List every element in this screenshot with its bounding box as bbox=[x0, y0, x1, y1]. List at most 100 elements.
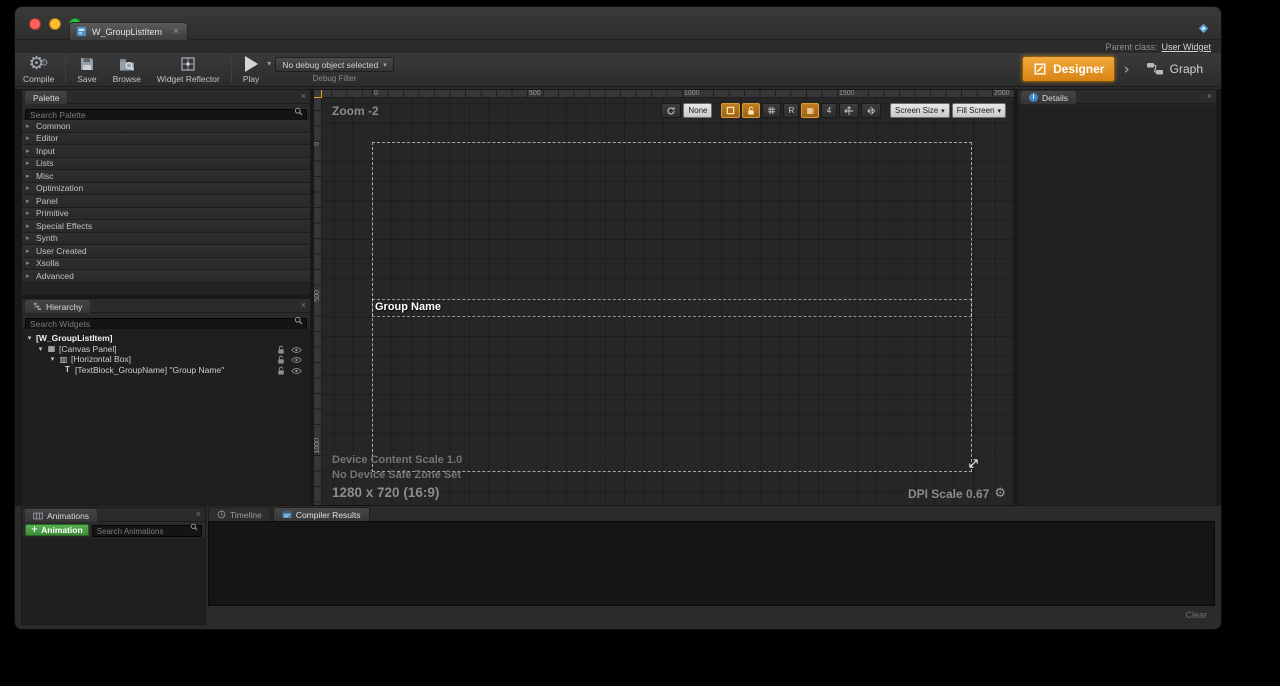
lock-icon[interactable] bbox=[277, 345, 285, 355]
details-close-icon[interactable]: × bbox=[1207, 91, 1212, 101]
details-tab[interactable]: i Details bbox=[1021, 91, 1076, 104]
ruler-mark: 0 bbox=[374, 90, 378, 97]
debug-dropdown-caret-icon: ▾ bbox=[383, 61, 387, 69]
timeline-icon bbox=[217, 510, 226, 519]
clear-button[interactable]: Clear bbox=[1185, 610, 1207, 620]
palette-category-editor[interactable]: ▸ Editor bbox=[22, 133, 310, 146]
expand-arrow-icon: ▸ bbox=[26, 172, 32, 180]
animations-search-input[interactable] bbox=[92, 525, 202, 537]
bottom-area: Animations × + Animation bbox=[15, 507, 1221, 630]
group-name-textblock[interactable]: Group Name bbox=[375, 301, 441, 313]
hierarchy-header: Hierarchy × bbox=[22, 299, 310, 313]
palette-category-lists[interactable]: ▸Lists bbox=[22, 158, 310, 171]
fill-screen-dropdown[interactable]: Fill Screen ▾ bbox=[952, 103, 1006, 118]
respect-locks-button[interactable]: R bbox=[783, 103, 799, 118]
palette-category-panel[interactable]: ▸Panel bbox=[22, 195, 310, 208]
debug-filter-label: Debug Filter bbox=[313, 74, 357, 83]
palette-category-common[interactable]: ▸Common bbox=[22, 120, 310, 133]
grid-toggle-button[interactable] bbox=[762, 103, 781, 118]
flip-preview-button[interactable] bbox=[861, 103, 881, 118]
palette-category-xsolla[interactable]: ▸Xsolla bbox=[22, 258, 310, 271]
screen-size-label: Screen Size bbox=[895, 106, 938, 115]
snap-grid-button[interactable]: ▦ bbox=[801, 103, 819, 118]
expand-arrow-icon: ▸ bbox=[26, 234, 32, 242]
hierarchy-title: Hierarchy bbox=[46, 302, 82, 312]
hierarchy-tab[interactable]: Hierarchy bbox=[25, 300, 90, 313]
dpi-settings-gear-icon[interactable]: ⚙ bbox=[994, 486, 1006, 501]
localization-none-button[interactable]: None bbox=[683, 103, 712, 118]
graph-mode-button[interactable]: Graph bbox=[1138, 56, 1211, 82]
add-animation-label: Animation bbox=[41, 525, 83, 535]
close-window-button[interactable] bbox=[29, 18, 41, 30]
canvas-panel-icon: ▦ bbox=[47, 344, 56, 353]
tree-row-textblock[interactable]: T [TextBlock_GroupName] "Group Name" bbox=[22, 365, 310, 376]
visibility-eye-icon[interactable] bbox=[291, 346, 302, 354]
animations-toolbar: + Animation bbox=[22, 522, 205, 538]
timeline-tab[interactable]: Timeline bbox=[208, 507, 271, 521]
hierarchy-close-icon[interactable]: × bbox=[301, 300, 306, 310]
category-label: Lists bbox=[36, 158, 53, 168]
details-body bbox=[1018, 105, 1216, 505]
expander-icon[interactable]: ▾ bbox=[26, 334, 33, 342]
play-options-caret-icon[interactable]: ▾ bbox=[267, 59, 271, 68]
plus-icon: + bbox=[31, 525, 38, 535]
outline-toggle-button[interactable] bbox=[721, 103, 740, 118]
main-area: Palette × ▸Common ▸Editor ▸Input ▸Lists … bbox=[15, 89, 1221, 506]
expand-arrow-icon: ▸ bbox=[26, 134, 32, 142]
animations-icon bbox=[33, 512, 43, 520]
palette-tab[interactable]: Palette bbox=[25, 91, 67, 104]
toolbar-separator bbox=[231, 55, 232, 83]
browse-button[interactable]: Browse bbox=[105, 53, 149, 84]
screen-size-dropdown[interactable]: Screen Size ▾ bbox=[890, 103, 950, 118]
visibility-eye-icon[interactable] bbox=[291, 367, 302, 375]
widget-reflector-button[interactable]: Widget Reflector bbox=[149, 53, 228, 84]
palette-category-primitive[interactable]: ▸Primitive bbox=[22, 208, 310, 221]
palette-category-input[interactable]: ▸Input bbox=[22, 145, 310, 158]
compile-button[interactable]: ⚙ ⚙ Compile bbox=[15, 53, 62, 84]
parent-class-link[interactable]: User Widget bbox=[1161, 42, 1211, 52]
zoom-level-label: Zoom -2 bbox=[332, 104, 379, 118]
expand-arrow-icon: ▸ bbox=[26, 247, 32, 255]
ruler-vertical: 0 500 1000 bbox=[314, 98, 322, 505]
graph-label: Graph bbox=[1170, 62, 1203, 76]
palette-category-optimization[interactable]: ▸Optimization bbox=[22, 183, 310, 196]
tree-row-canvas-panel[interactable]: ▾ ▦ [Canvas Panel] bbox=[22, 344, 310, 355]
expander-icon[interactable]: ▾ bbox=[37, 345, 44, 353]
lock-icon[interactable] bbox=[277, 366, 285, 376]
category-label: Editor bbox=[36, 133, 58, 143]
palette-category-special-effects[interactable]: ▸Special Effects bbox=[22, 220, 310, 233]
debug-object-dropdown[interactable]: No debug object selected ▾ bbox=[275, 57, 393, 72]
ruler-mark: 500 bbox=[314, 290, 321, 302]
add-animation-button[interactable]: + Animation bbox=[25, 524, 89, 536]
save-button[interactable]: Save bbox=[69, 53, 104, 84]
play-button[interactable]: Play bbox=[235, 53, 268, 84]
design-surface[interactable]: Zoom -2 None bbox=[322, 98, 1014, 505]
designer-mode-button[interactable]: Designer bbox=[1022, 56, 1115, 82]
bottom-right-area: Timeline Compiler Results Clear bbox=[208, 507, 1215, 630]
palette-category-synth[interactable]: ▸Synth bbox=[22, 233, 310, 246]
localization-preview-button[interactable] bbox=[661, 103, 681, 118]
animations-tab[interactable]: Animations bbox=[25, 509, 97, 522]
palette-category-user-created[interactable]: ▸User Created bbox=[22, 245, 310, 258]
minimize-window-button[interactable] bbox=[49, 18, 61, 30]
tree-row-horizontal-box[interactable]: ▾ ▥ [Horizontal Box] bbox=[22, 354, 310, 365]
titlebar-right-icon[interactable] bbox=[1198, 23, 1209, 34]
grid-size-button[interactable]: 4 bbox=[821, 103, 837, 118]
lock-icon[interactable] bbox=[277, 355, 285, 365]
fill-screen-label: Fill Screen bbox=[957, 106, 995, 115]
asset-tab[interactable]: W_GroupListItem × bbox=[69, 22, 188, 40]
search-icon bbox=[294, 107, 303, 116]
tab-close-icon[interactable]: × bbox=[173, 26, 179, 37]
palette-close-icon[interactable]: × bbox=[301, 91, 306, 101]
lock-widgets-button[interactable] bbox=[742, 103, 760, 118]
tree-row-root[interactable]: ▾ [W_GroupListItem] bbox=[22, 333, 310, 344]
expander-icon[interactable]: ▾ bbox=[49, 355, 56, 363]
visibility-eye-icon[interactable] bbox=[291, 356, 302, 364]
resize-handle-icon[interactable] bbox=[968, 458, 979, 469]
compiler-results-tab[interactable]: Compiler Results bbox=[273, 507, 370, 521]
palette-category-advanced[interactable]: ▸Advanced bbox=[22, 270, 310, 283]
palette-category-misc[interactable]: ▸Misc bbox=[22, 170, 310, 183]
transform-mode-button[interactable] bbox=[839, 103, 859, 118]
animations-close-icon[interactable]: × bbox=[196, 509, 201, 519]
dpi-scale-group: DPI Scale 0.67 ⚙ bbox=[908, 486, 1006, 501]
